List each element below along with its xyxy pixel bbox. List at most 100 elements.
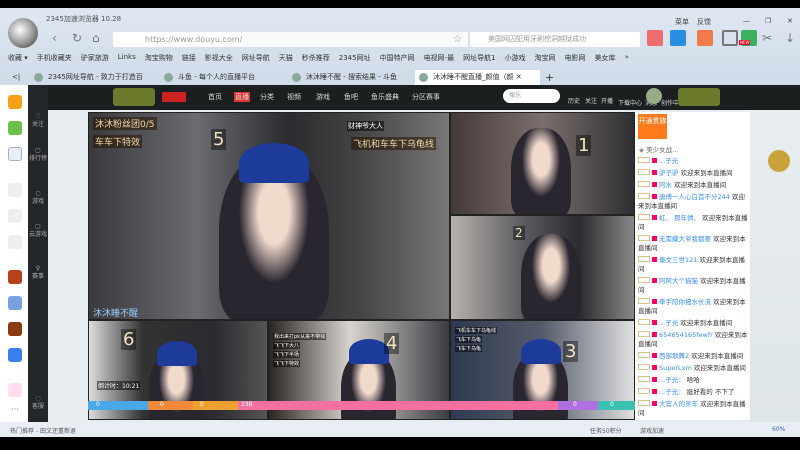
chat-username[interactable]: SuperLxm — [659, 364, 692, 372]
chat-username[interactable]: ...子光 — [659, 319, 678, 327]
bookmark[interactable]: 中国特产网 — [380, 53, 415, 67]
douyu-logo[interactable] — [113, 88, 155, 106]
nav-festival[interactable]: 鱼乐盛典 — [371, 92, 399, 102]
status-task[interactable]: 任务50积分 — [590, 426, 622, 435]
douyu-icon[interactable] — [8, 235, 22, 249]
bookmark[interactable]: 驴家旅游 — [81, 53, 109, 67]
bookmark[interactable]: 链接 — [182, 53, 196, 67]
video-tile-2[interactable]: 2 — [450, 215, 635, 320]
chat-username[interactable]: 大官人的灵车 — [659, 400, 698, 408]
extension-icon[interactable] — [647, 30, 663, 46]
douyu-icon[interactable] — [8, 183, 22, 197]
rail-games[interactable]: ○ 游戏 — [28, 190, 48, 206]
home-button[interactable]: ⌂ — [92, 31, 100, 45]
douyu-icon[interactable] — [8, 209, 22, 223]
chat-username[interactable]: 驴子驴 — [659, 169, 679, 177]
game-icon[interactable] — [697, 30, 713, 46]
app-icon[interactable] — [8, 383, 22, 397]
chat-username[interactable]: 唐傅一人心白首不分244 — [659, 193, 730, 201]
status-accelerate[interactable]: 游戏加速 — [640, 426, 664, 435]
download-center-button[interactable]: 下载中心 — [618, 98, 642, 107]
chat-username[interactable]: 牵手陪你细水长流 — [659, 298, 711, 306]
refresh-button[interactable]: ↻ — [72, 31, 82, 45]
translate-icon[interactable] — [670, 30, 686, 46]
nav-yuba[interactable]: 鱼吧 — [344, 92, 358, 102]
game-app-icon[interactable] — [8, 296, 22, 310]
vip-button[interactable]: 开通贵族 — [638, 114, 667, 139]
bookmark[interactable]: 电视网-最 — [424, 53, 455, 67]
bookmark[interactable]: 2345网址 — [339, 53, 371, 67]
user-avatar[interactable] — [8, 18, 38, 48]
douyu-user-avatar[interactable] — [646, 88, 662, 104]
tab[interactable]: 斗鱼 - 每个人的直播平台 — [160, 70, 285, 85]
history-button[interactable]: 历史 — [568, 96, 580, 105]
baidu-icon[interactable] — [8, 348, 22, 362]
game-app-icon[interactable] — [8, 270, 22, 284]
star-icon[interactable]: ☆ — [243, 32, 468, 47]
rail-follow[interactable]: ♡ 关注 — [28, 113, 48, 129]
tab[interactable]: 沐沐睡不醒 - 搜索结果 - 斗鱼 — [288, 70, 413, 85]
nav-video[interactable]: 视频 — [287, 92, 301, 102]
nav-home[interactable]: 首页 — [208, 92, 222, 102]
zoom-level[interactable]: 60% — [772, 426, 785, 433]
bookmark[interactable]: Links — [118, 53, 136, 67]
video-tile-1[interactable]: 1 — [450, 112, 635, 215]
maximize-button[interactable]: ❐ — [765, 17, 771, 25]
crown-icon[interactable] — [8, 95, 22, 109]
menu-button[interactable]: 菜单 — [675, 17, 689, 27]
follow-button[interactable]: 关注 — [585, 96, 597, 105]
more-icon[interactable]: ··· — [8, 405, 22, 419]
chat-username[interactable]: ...子光 — [659, 157, 678, 165]
bookmark[interactable]: 淘宝网 — [535, 53, 556, 67]
minimize-button[interactable]: — — [743, 17, 750, 25]
status-news[interactable]: 热门推荐 - 田文还重新退 — [10, 426, 76, 435]
nav-esports[interactable]: 分区赛事 — [412, 92, 440, 102]
tab-active[interactable]: 沐沐睡不醒直播_颜值（颜 ✕ — [415, 70, 540, 85]
game-app-icon[interactable] — [8, 322, 22, 336]
close-button[interactable]: ✕ — [787, 17, 793, 25]
bookmark[interactable]: 手机收藏夹 — [37, 53, 72, 67]
tab-scroll-left[interactable]: <| — [12, 70, 32, 85]
chat-username[interactable]: 虹、 那年情、 — [659, 214, 700, 222]
new-tab-button[interactable]: + — [545, 70, 559, 85]
chat-username[interactable]: 无需藏大爷我都要 — [659, 235, 711, 243]
chat-username[interactable]: ...子光： — [659, 388, 685, 396]
bookmarks-overflow[interactable]: » — [625, 53, 629, 67]
chat-username[interactable]: ...子光： — [659, 376, 685, 384]
chat-username[interactable]: 阿水 — [659, 181, 672, 189]
search-input[interactable]: 美国网囚犯用牙刷挖洞越狱成功 — [470, 32, 640, 47]
bookmark[interactable]: 电影网 — [565, 53, 586, 67]
nav-games[interactable]: 游戏 — [316, 92, 330, 102]
bookmark[interactable]: 秒杀推荐 — [302, 53, 330, 67]
clock-icon[interactable] — [8, 121, 22, 135]
rail-cloud-games[interactable]: ▢ 云游戏 — [28, 223, 48, 239]
rail-ranking[interactable]: ▢ 排行榜 — [28, 147, 48, 163]
douyu-search-input[interactable]: 搜乐 — [503, 89, 560, 103]
rail-service[interactable]: ◌ 客服 — [28, 395, 48, 411]
back-button[interactable]: ‹ — [52, 31, 57, 45]
bookmark[interactable]: 美女库 — [595, 53, 616, 67]
download-icon[interactable]: ↓ — [785, 31, 795, 45]
event-banner[interactable] — [678, 88, 720, 106]
bookmark[interactable]: 天猫 — [279, 53, 293, 67]
bookmark[interactable]: 淘宝购物 — [145, 53, 173, 67]
go-live-button[interactable]: 开播 — [601, 96, 613, 105]
feedback-button[interactable]: 反馈 — [697, 17, 711, 27]
bookmark[interactable]: 网址导航 — [242, 53, 270, 67]
bookmark[interactable]: 网址导航1 — [463, 53, 495, 67]
nav-category[interactable]: 分类 — [260, 92, 274, 102]
bookmark[interactable]: 影视大全 — [205, 53, 233, 67]
chat-username[interactable]: 西部歌舞2 — [659, 352, 689, 360]
video-tile-main[interactable]: 沐沐粉丝团0/5 车车下特效 5 财神爷大人 飞机和车车下乌龟线 沐沐睡不醒 — [88, 112, 450, 320]
bookmark[interactable]: 小游戏 — [505, 53, 526, 67]
address-bar[interactable]: https://www.douyu.com/11446930 — [113, 32, 283, 47]
rail-events[interactable]: ♀ 赛事 — [28, 265, 48, 281]
activity-icon[interactable] — [768, 150, 790, 172]
tab[interactable]: 2345网址导航 - 致力于打造百 — [30, 70, 160, 85]
cut-icon[interactable]: ✂ — [762, 31, 772, 45]
chat-username[interactable]: 阿阿大个猫猫 — [659, 277, 698, 285]
chat-username[interactable]: 秦文三世121 — [659, 256, 697, 264]
apps-icon[interactable] — [722, 30, 738, 46]
nav-live[interactable]: 直播 — [234, 92, 250, 102]
chat-username[interactable]: 654654165fewfr — [659, 331, 713, 339]
